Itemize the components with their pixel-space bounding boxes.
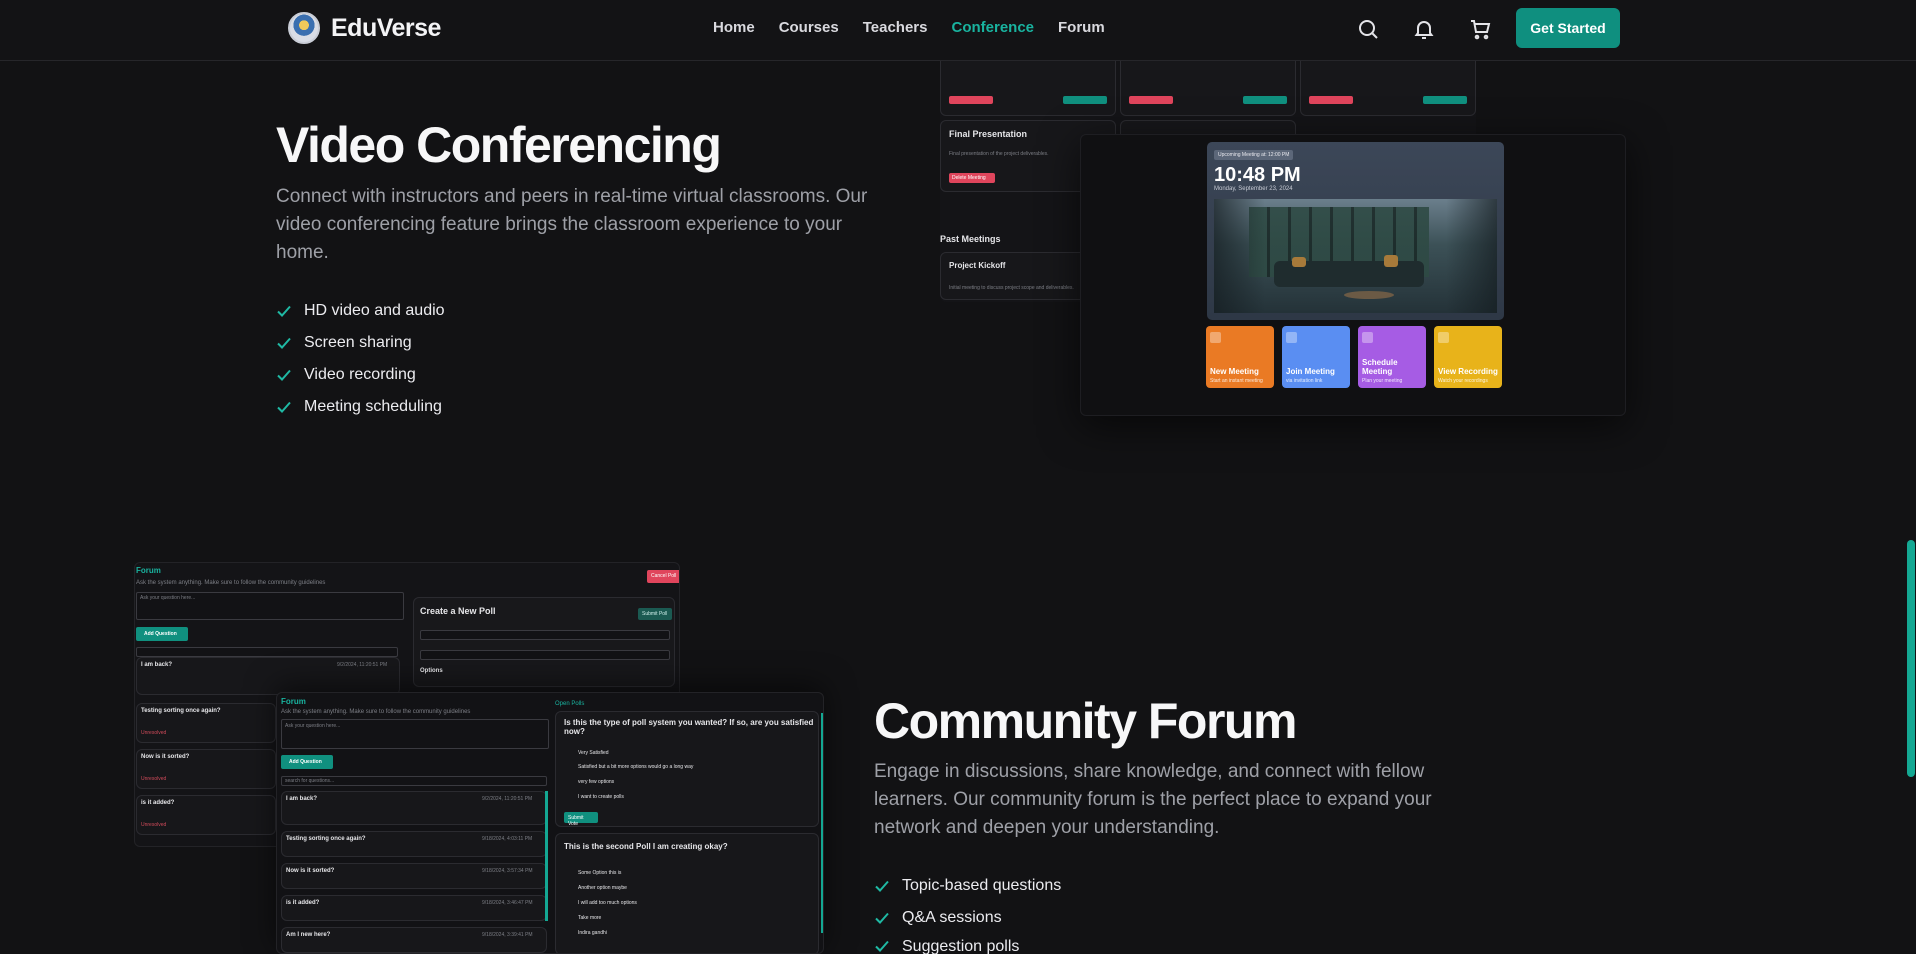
eduverse-logo-icon[interactable] (288, 12, 320, 44)
conference-feature-list: HD video and audio Screen sharing Video … (276, 295, 445, 423)
question-item[interactable]: Testing sorting once again? 9/18/2024, 4… (281, 831, 547, 857)
plus-icon (1210, 332, 1221, 343)
feature-item: Topic-based questions (874, 870, 1061, 902)
poll-scrollbar[interactable] (821, 713, 823, 933)
view-recording-tile[interactable]: View Recording Watch your recordings (1434, 326, 1502, 388)
poll-description-input[interactable] (420, 650, 670, 660)
nav-link-home[interactable]: Home (713, 19, 755, 36)
question-item[interactable]: Am I new here? 9/18/2024, 3:39:41 PM (281, 927, 547, 953)
page-scrollbar-thumb[interactable] (1907, 540, 1915, 777)
poll-card-1: Is this the type of poll system you want… (555, 711, 819, 827)
clock-date: Monday, September 23, 2024 (1214, 186, 1293, 192)
schedule-meeting-tile[interactable]: Schedule Meeting Plan your meeting (1358, 326, 1426, 388)
question-item[interactable]: Testing sorting once again? Unresolved (136, 703, 276, 743)
feature-item: Screen sharing (276, 327, 445, 359)
clock-time: 10:48 PM (1214, 164, 1301, 186)
nav-link-courses[interactable]: Courses (779, 19, 839, 36)
feature-item: Suggestion polls (874, 934, 1061, 954)
conference-description: Connect with instructors and peers in re… (276, 186, 868, 263)
forum-feature-list: Topic-based questions Q&A sessions Sugge… (874, 870, 1061, 954)
nav-link-teachers[interactable]: Teachers (863, 19, 928, 36)
hero-banner: Upcoming Meeting at: 12:00 PM 10:48 PM M… (1207, 142, 1504, 320)
cancel-poll-button[interactable]: Cancel Poll (647, 570, 679, 583)
check-icon (277, 337, 291, 349)
check-icon (875, 880, 889, 892)
check-icon (277, 401, 291, 413)
question-item[interactable]: Now is it sorted? Unresolved (136, 749, 276, 789)
question-item[interactable]: I am back? 9/2/2024, 11:20:51 PM (136, 657, 400, 695)
calendar-icon (1362, 332, 1373, 343)
conference-title: Video Conferencing (276, 117, 722, 173)
feature-item: Q&A sessions (874, 902, 1061, 934)
feature-item: HD video and audio (276, 295, 445, 327)
poll-card-2: This is the second Poll I am creating ok… (555, 833, 819, 953)
submit-poll-button[interactable]: Submit Poll (638, 608, 672, 620)
nav-links: Home Courses Teachers Conference Forum (713, 19, 1105, 36)
question-item[interactable]: Now is it sorted? 9/18/2024, 3:57:34 PM (281, 863, 547, 889)
get-started-button[interactable]: Get Started (1516, 8, 1620, 48)
new-meeting-tile[interactable]: New Meeting Start an instant meeting (1206, 326, 1274, 388)
add-question-button[interactable]: Add Question (136, 627, 188, 641)
brand-name[interactable]: EduVerse (331, 14, 441, 43)
feature-item: Meeting scheduling (276, 391, 445, 423)
cart-icon[interactable] (1468, 17, 1492, 41)
check-icon (277, 305, 291, 317)
create-poll-card: Create a New Poll Submit Poll Options (413, 597, 675, 687)
search-icon[interactable] (1356, 17, 1380, 41)
list-scrollbar[interactable] (545, 791, 548, 921)
past-meetings-heading: Past Meetings (940, 234, 1001, 244)
poll-title-input[interactable] (420, 630, 670, 640)
conference-dashboard-screenshot: Upcoming Meeting at: 12:00 PM 10:48 PM M… (1080, 134, 1626, 416)
forum-title: Community Forum (874, 693, 1297, 749)
forum-screenshot-front: Forum Ask the system anything. Make sure… (276, 692, 824, 954)
question-item[interactable]: I am back? 9/2/2024, 11:20:51 PM (281, 791, 547, 825)
living-room-image (1214, 199, 1497, 313)
delete-meeting-button[interactable]: Delete Meeting (949, 173, 995, 183)
feature-item: Video recording (276, 359, 445, 391)
question-item[interactable]: is it added? 9/18/2024, 3:46:47 PM (281, 895, 547, 921)
check-icon (875, 940, 889, 952)
search-questions-input[interactable] (136, 647, 398, 657)
nav-link-conference[interactable]: Conference (951, 19, 1034, 36)
forum-description: Engage in discussions, share knowledge, … (874, 761, 1432, 838)
join-meeting-tile[interactable]: Join Meeting via invitation link (1282, 326, 1350, 388)
check-icon (277, 369, 291, 381)
nav-link-forum[interactable]: Forum (1058, 19, 1105, 36)
question-item[interactable]: is it added? Unresolved (136, 795, 276, 835)
video-icon (1438, 332, 1449, 343)
upcoming-badge: Upcoming Meeting at: 12:00 PM (1214, 150, 1294, 160)
check-icon (875, 912, 889, 924)
top-navbar: EduVerse Home Courses Teachers Conferenc… (0, 0, 1916, 61)
submit-vote-button[interactable]: Submit Vote (564, 812, 598, 826)
user-plus-icon (1286, 332, 1297, 343)
bell-icon[interactable] (1412, 17, 1436, 41)
add-question-button[interactable]: Add Question (281, 755, 333, 769)
